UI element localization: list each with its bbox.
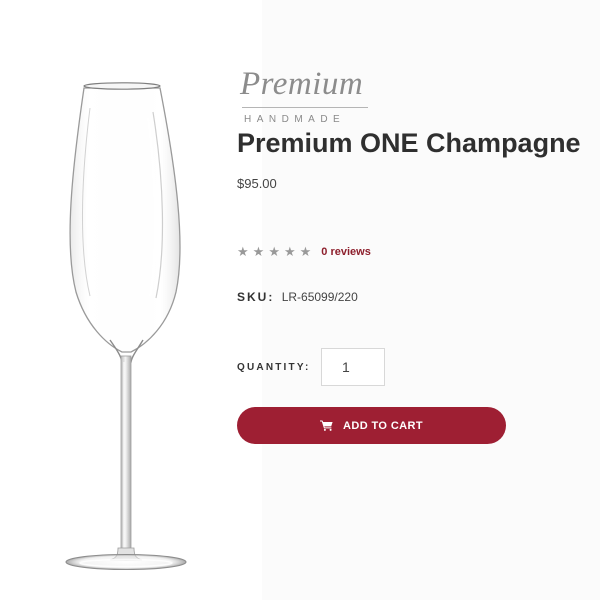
shopping-cart-icon bbox=[320, 420, 333, 431]
star-icon: ★ bbox=[252, 244, 265, 259]
product-title: Premium ONE Champagne bbox=[237, 128, 581, 158]
quantity-label: QUANTITY: bbox=[237, 362, 311, 373]
star-icon: ★ bbox=[299, 244, 312, 259]
brand-logo-subtitle: HANDMADE bbox=[244, 114, 346, 125]
product-price: $95.00 bbox=[237, 176, 277, 191]
brand-logo: Premium HANDMADE bbox=[238, 66, 378, 130]
reviews-link[interactable]: 0 reviews bbox=[321, 244, 371, 260]
product-rating: ★ ★ ★ ★ ★ 0 reviews bbox=[237, 244, 371, 260]
champagne-flute-icon bbox=[65, 82, 187, 571]
brand-logo-script: Premium bbox=[240, 66, 364, 102]
add-to-cart-button[interactable]: ADD TO CART bbox=[237, 407, 506, 444]
quantity-input[interactable] bbox=[321, 348, 385, 386]
product-image[interactable] bbox=[0, 0, 262, 600]
star-icon: ★ bbox=[237, 244, 249, 259]
star-icon: ★ bbox=[283, 244, 296, 259]
star-icon: ★ bbox=[268, 244, 280, 259]
sku-label: SKU: bbox=[237, 290, 275, 304]
add-to-cart-label: ADD TO CART bbox=[343, 419, 423, 432]
product-sku: SKU: LR-65099/220 bbox=[237, 290, 358, 304]
sku-value: LR-65099/220 bbox=[281, 290, 358, 304]
brand-logo-divider bbox=[242, 107, 368, 108]
